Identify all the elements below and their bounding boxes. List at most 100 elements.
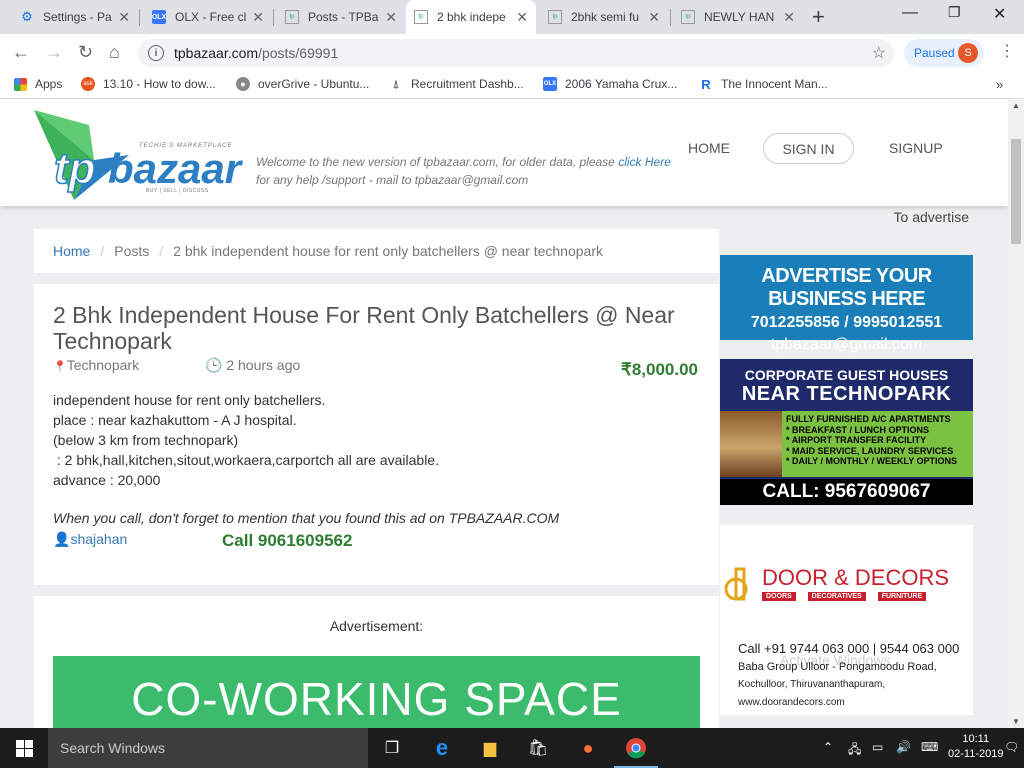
scroll-thumb[interactable] — [1011, 139, 1021, 244]
url-path: /posts/69991 — [258, 45, 339, 61]
forward-button[interactable]: → — [45, 42, 63, 63]
older-data-link[interactable]: click Here — [618, 155, 671, 169]
edge-icon[interactable]: e — [430, 735, 454, 760]
guest-house-banner[interactable]: CORPORATE GUEST HOUSES NEAR TECHNOPARK F… — [720, 359, 973, 505]
olx-icon: OLX — [152, 10, 166, 24]
location-text: Technopark — [66, 357, 140, 373]
room-photo — [720, 411, 782, 477]
bookmark-yamaha[interactable]: OLX 2006 Yamaha Crux... — [543, 77, 677, 91]
avatar: S — [958, 43, 978, 63]
battery-icon[interactable]: ▭ — [872, 740, 883, 754]
post-location: 📍Technopark — [53, 357, 139, 373]
store-icon[interactable]: 🛍 — [526, 736, 550, 760]
call-number[interactable]: Call 9061609562 — [222, 531, 352, 551]
tag: DOORS — [762, 592, 796, 601]
clock[interactable]: 10:11 02-11-2019 — [948, 732, 1003, 762]
advertisement-label: Advertisement: — [329, 618, 424, 634]
scroll-up-icon[interactable]: ▲ — [1012, 101, 1020, 110]
tab-posts[interactable]: tp Posts - TPBaz ✕ — [277, 0, 405, 34]
ad2-call: CALL: 9567609067 — [720, 479, 973, 505]
address-bar[interactable]: i tpbazaar.com/posts/69991 ☆ — [138, 39, 894, 67]
logo-tagline: TECHIE'S MARKETPLACE — [139, 143, 233, 149]
ad2-line2: NEAR TECHNOPARK — [741, 383, 952, 405]
feature-line: * MAID SERVICE, LAUNDRY SERVICES — [786, 445, 954, 456]
firefox-icon[interactable]: ● — [576, 736, 600, 760]
info-icon[interactable]: i — [148, 45, 164, 61]
toolbar: ← → ↻ ⌂ i tpbazaar.com/posts/69991 ☆ Pau… — [0, 34, 1024, 71]
sidebar: To advertise ADVERTISE YOUR BUSINESS HER… — [720, 205, 1008, 728]
close-icon[interactable]: ✕ — [648, 9, 660, 26]
tab-2bhk-semi[interactable]: tp 2bhk semi fu ✕ — [540, 0, 668, 34]
bookmark-star-icon[interactable]: ☆ — [872, 43, 886, 63]
menu-icon[interactable]: ⋮ — [999, 41, 1015, 61]
bookmark-label: Apps — [35, 77, 63, 91]
bookmark-apps[interactable]: Apps — [14, 77, 62, 91]
signup-link[interactable]: SIGNUP — [889, 140, 943, 156]
windows-logo-icon — [15, 739, 33, 757]
close-icon[interactable]: ✕ — [252, 9, 264, 26]
desc-line: (below 3 km from technopark) — [53, 432, 239, 448]
more-bookmarks-icon[interactable]: » — [996, 77, 1003, 92]
breadcrumb-posts[interactable]: Posts — [114, 243, 149, 259]
seller-link[interactable]: 👤shajahan — [53, 531, 127, 548]
tab-title: 2bhk semi fu — [571, 10, 640, 24]
door-decors-banner[interactable]: DOOR & DECORS DOORS DECORATIVES FURNITUR… — [720, 525, 973, 715]
network-icon[interactable]: 🖧 — [848, 740, 861, 761]
tab-newly[interactable]: tp NEWLY HAN ✕ — [673, 0, 803, 34]
restore-button[interactable]: ❐ — [948, 4, 961, 21]
close-icon[interactable]: ✕ — [516, 9, 528, 26]
gear-icon: ⚙ — [21, 9, 33, 24]
welcome-line2: for any help /support - mail to tpbazaar… — [256, 173, 529, 187]
tpbazaar-icon: tp — [285, 10, 299, 24]
coworking-banner[interactable]: CO-WORKING SPACE — [53, 656, 700, 728]
start-button[interactable] — [0, 728, 48, 768]
feature-line: * DAILY / MONTHLY / WEEKLY OPTIONS — [786, 456, 958, 466]
clock-time: 10:11 — [962, 733, 990, 745]
back-button[interactable]: ← — [12, 42, 30, 63]
tab-settings[interactable]: ⚙ Settings - Pa ✕ — [12, 0, 138, 34]
url-domain: tpbazaar.com — [174, 45, 259, 61]
close-icon[interactable]: ✕ — [783, 9, 795, 26]
tab-olx[interactable]: OLX OLX - Free cl ✕ — [144, 0, 272, 34]
notifications-icon[interactable]: 🗨 — [1004, 740, 1019, 754]
to-advertise-label: To advertise — [893, 209, 969, 225]
recruitment-icon: ⍋ — [392, 76, 400, 91]
bookmark-askubuntu[interactable]: ask 13.10 - How to dow... — [81, 77, 216, 91]
volume-icon[interactable]: 🔊 — [896, 740, 911, 754]
taskbar-search[interactable]: Search Windows — [48, 728, 368, 768]
ad3-contact: Call +91 9744 063 000 | 9544 063 000 Bab… — [738, 640, 973, 712]
minimize-button[interactable]: — — [902, 4, 918, 22]
site-logo[interactable]: tp bazaar TECHIE'S MARKETPLACE BUY | SEL… — [34, 105, 244, 200]
post-time: 🕒 2 hours ago — [205, 357, 300, 374]
nav-home[interactable]: HOME — [688, 140, 730, 156]
keyboard-icon[interactable]: ⌨ — [921, 740, 938, 754]
tpbazaar-icon: tp — [414, 10, 428, 24]
advertise-banner[interactable]: ADVERTISE YOUR BUSINESS HERE 7012255856 … — [720, 255, 973, 353]
bookmark-label: Recruitment Dashb... — [411, 77, 524, 91]
bookmark-label: The Innocent Man... — [721, 77, 828, 91]
breadcrumb-home[interactable]: Home — [53, 243, 90, 259]
ad3-address2: Kochulloor, Thiruvananthapuram, www.door… — [738, 679, 886, 708]
file-explorer-icon[interactable]: ▆ — [478, 736, 502, 760]
profile-paused-button[interactable]: Paused S — [904, 39, 984, 67]
bookmark-overgrive[interactable]: ● overGrive - Ubuntu... — [236, 77, 369, 91]
scroll-down-icon[interactable]: ▼ — [1012, 717, 1020, 726]
task-view-icon[interactable]: ❐ — [380, 736, 404, 760]
signin-button[interactable]: SIGN IN — [763, 133, 854, 164]
call-note: When you call, don't forget to mention t… — [53, 510, 560, 526]
reload-button[interactable]: ↻ — [78, 42, 93, 63]
clock-icon: 🕒 — [205, 357, 223, 373]
close-icon[interactable]: ✕ — [385, 9, 397, 26]
tab-current[interactable]: tp 2 bhk indepe ✕ — [406, 0, 536, 34]
close-window-button[interactable]: ✕ — [993, 4, 1006, 24]
close-icon[interactable]: ✕ — [118, 9, 130, 26]
home-icon[interactable]: ⌂ — [109, 42, 120, 63]
new-tab-button[interactable]: + — [812, 4, 825, 30]
chrome-icon[interactable] — [624, 736, 648, 760]
bookmark-innocent[interactable]: R The Innocent Man... — [699, 76, 828, 92]
bookmark-recruitment[interactable]: ⍋ Recruitment Dashb... — [389, 76, 524, 92]
r-icon: R — [701, 76, 711, 92]
chevron-up-icon[interactable]: ⌃ — [823, 740, 833, 754]
site-header: tp bazaar TECHIE'S MARKETPLACE BUY | SEL… — [0, 99, 1008, 206]
page-scrollbar[interactable]: ▲ ▼ — [1008, 99, 1024, 728]
